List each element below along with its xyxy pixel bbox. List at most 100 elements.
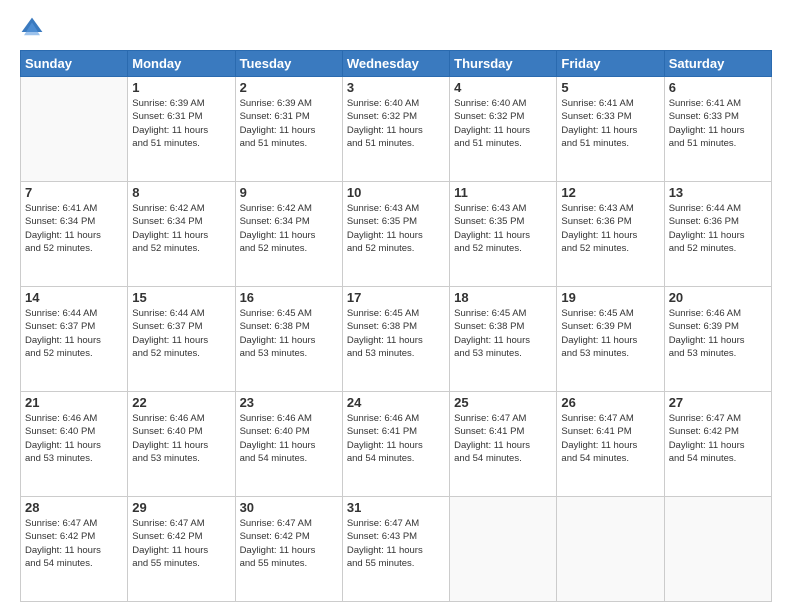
day-info: Sunrise: 6:46 AM Sunset: 6:41 PM Dayligh… [347,412,445,465]
day-info: Sunrise: 6:47 AM Sunset: 6:42 PM Dayligh… [25,517,123,570]
day-info: Sunrise: 6:44 AM Sunset: 6:37 PM Dayligh… [132,307,230,360]
week-row-4: 28 Sunrise: 6:47 AM Sunset: 6:42 PM Dayli… [21,497,772,602]
calendar-cell [664,497,771,602]
calendar-cell: 3 Sunrise: 6:40 AM Sunset: 6:32 PM Daylig… [342,77,449,182]
page: SundayMondayTuesdayWednesdayThursdayFrid… [0,0,792,612]
calendar-cell: 30Sunrise: 6:47 AM Sunset: 6:42 PM Dayli… [235,497,342,602]
week-row-0: 1 Sunrise: 6:39 AM Sunset: 6:31 PM Daylig… [21,77,772,182]
calendar-cell: 12 Sunrise: 6:43 AM Sunset: 6:36 PM Dayli… [557,182,664,287]
day-info: Sunrise: 6:40 AM Sunset: 6:32 PM Dayligh… [347,97,445,150]
day-number: 31 [347,500,445,515]
calendar-cell: 22Sunrise: 6:46 AM Sunset: 6:40 PM Dayli… [128,392,235,497]
week-row-3: 21Sunrise: 6:46 AM Sunset: 6:40 PM Dayli… [21,392,772,497]
day-number: 24 [347,395,445,410]
day-number: 29 [132,500,230,515]
day-info: Sunrise: 6:47 AM Sunset: 6:42 PM Dayligh… [669,412,767,465]
day-info: Sunrise: 6:41 AM Sunset: 6:33 PM Dayligh… [669,97,767,150]
logo-icon [20,16,44,40]
day-number: 30 [240,500,338,515]
calendar-cell: 24 Sunrise: 6:46 AM Sunset: 6:41 PM Dayli… [342,392,449,497]
calendar-cell: 31 Sunrise: 6:47 AM Sunset: 6:43 PM Dayli… [342,497,449,602]
day-info: Sunrise: 6:46 AM Sunset: 6:39 PM Dayligh… [669,307,767,360]
calendar-cell: 13Sunrise: 6:44 AM Sunset: 6:36 PM Dayli… [664,182,771,287]
calendar-cell: 14 Sunrise: 6:44 AM Sunset: 6:37 PM Dayli… [21,287,128,392]
calendar-cell: 17Sunrise: 6:45 AM Sunset: 6:38 PM Dayli… [342,287,449,392]
calendar-cell: 6Sunrise: 6:41 AM Sunset: 6:33 PM Daylig… [664,77,771,182]
calendar-cell: 7 Sunrise: 6:41 AM Sunset: 6:34 PM Daylig… [21,182,128,287]
calendar-cell: 4 Sunrise: 6:40 AM Sunset: 6:32 PM Daylig… [450,77,557,182]
day-info: Sunrise: 6:45 AM Sunset: 6:38 PM Dayligh… [454,307,552,360]
day-number: 9 [240,185,338,200]
calendar-cell: 1 Sunrise: 6:39 AM Sunset: 6:31 PM Daylig… [128,77,235,182]
day-number: 20 [669,290,767,305]
calendar-cell: 27 Sunrise: 6:47 AM Sunset: 6:42 PM Dayli… [664,392,771,497]
calendar-cell: 20 Sunrise: 6:46 AM Sunset: 6:39 PM Dayli… [664,287,771,392]
day-number: 25 [454,395,552,410]
calendar-cell: 25 Sunrise: 6:47 AM Sunset: 6:41 PM Dayli… [450,392,557,497]
day-number: 18 [454,290,552,305]
day-info: Sunrise: 6:46 AM Sunset: 6:40 PM Dayligh… [25,412,123,465]
calendar-cell: 29 Sunrise: 6:47 AM Sunset: 6:42 PM Dayli… [128,497,235,602]
day-number: 15 [132,290,230,305]
day-header-thursday: Thursday [450,51,557,77]
day-number: 11 [454,185,552,200]
calendar-cell [21,77,128,182]
calendar-cell: 8 Sunrise: 6:42 AM Sunset: 6:34 PM Daylig… [128,182,235,287]
day-info: Sunrise: 6:39 AM Sunset: 6:31 PM Dayligh… [132,97,230,150]
day-number: 28 [25,500,123,515]
day-number: 17 [347,290,445,305]
day-info: Sunrise: 6:47 AM Sunset: 6:41 PM Dayligh… [454,412,552,465]
calendar-cell: 9Sunrise: 6:42 AM Sunset: 6:34 PM Daylig… [235,182,342,287]
day-header-sunday: Sunday [21,51,128,77]
day-number: 3 [347,80,445,95]
day-info: Sunrise: 6:45 AM Sunset: 6:39 PM Dayligh… [561,307,659,360]
day-header-monday: Monday [128,51,235,77]
calendar-cell: 5 Sunrise: 6:41 AM Sunset: 6:33 PM Daylig… [557,77,664,182]
day-info: Sunrise: 6:47 AM Sunset: 6:42 PM Dayligh… [132,517,230,570]
day-info: Sunrise: 6:44 AM Sunset: 6:37 PM Dayligh… [25,307,123,360]
day-number: 8 [132,185,230,200]
calendar-cell: 10Sunrise: 6:43 AM Sunset: 6:35 PM Dayli… [342,182,449,287]
day-number: 14 [25,290,123,305]
calendar-cell: 19Sunrise: 6:45 AM Sunset: 6:39 PM Dayli… [557,287,664,392]
calendar-cell: 23Sunrise: 6:46 AM Sunset: 6:40 PM Dayli… [235,392,342,497]
calendar-cell [557,497,664,602]
calendar-cell: 26 Sunrise: 6:47 AM Sunset: 6:41 PM Dayli… [557,392,664,497]
day-info: Sunrise: 6:46 AM Sunset: 6:40 PM Dayligh… [240,412,338,465]
day-info: Sunrise: 6:47 AM Sunset: 6:43 PM Dayligh… [347,517,445,570]
day-info: Sunrise: 6:43 AM Sunset: 6:35 PM Dayligh… [454,202,552,255]
day-number: 26 [561,395,659,410]
day-number: 22 [132,395,230,410]
logo [20,16,48,40]
day-info: Sunrise: 6:43 AM Sunset: 6:36 PM Dayligh… [561,202,659,255]
week-row-1: 7 Sunrise: 6:41 AM Sunset: 6:34 PM Daylig… [21,182,772,287]
day-header-friday: Friday [557,51,664,77]
calendar-cell: 21Sunrise: 6:46 AM Sunset: 6:40 PM Dayli… [21,392,128,497]
day-header-wednesday: Wednesday [342,51,449,77]
day-info: Sunrise: 6:41 AM Sunset: 6:33 PM Dayligh… [561,97,659,150]
day-number: 12 [561,185,659,200]
header [20,16,772,40]
day-number: 1 [132,80,230,95]
day-number: 7 [25,185,123,200]
day-number: 13 [669,185,767,200]
calendar-cell: 28 Sunrise: 6:47 AM Sunset: 6:42 PM Dayli… [21,497,128,602]
week-row-2: 14 Sunrise: 6:44 AM Sunset: 6:37 PM Dayli… [21,287,772,392]
day-info: Sunrise: 6:42 AM Sunset: 6:34 PM Dayligh… [132,202,230,255]
day-info: Sunrise: 6:41 AM Sunset: 6:34 PM Dayligh… [25,202,123,255]
day-number: 16 [240,290,338,305]
day-info: Sunrise: 6:39 AM Sunset: 6:31 PM Dayligh… [240,97,338,150]
day-info: Sunrise: 6:47 AM Sunset: 6:41 PM Dayligh… [561,412,659,465]
day-info: Sunrise: 6:40 AM Sunset: 6:32 PM Dayligh… [454,97,552,150]
header-row: SundayMondayTuesdayWednesdayThursdayFrid… [21,51,772,77]
day-number: 10 [347,185,445,200]
day-header-tuesday: Tuesday [235,51,342,77]
day-number: 2 [240,80,338,95]
calendar-cell: 2 Sunrise: 6:39 AM Sunset: 6:31 PM Daylig… [235,77,342,182]
day-number: 5 [561,80,659,95]
calendar-cell: 18 Sunrise: 6:45 AM Sunset: 6:38 PM Dayli… [450,287,557,392]
day-number: 4 [454,80,552,95]
calendar-cell [450,497,557,602]
day-number: 27 [669,395,767,410]
calendar-cell: 11 Sunrise: 6:43 AM Sunset: 6:35 PM Dayli… [450,182,557,287]
